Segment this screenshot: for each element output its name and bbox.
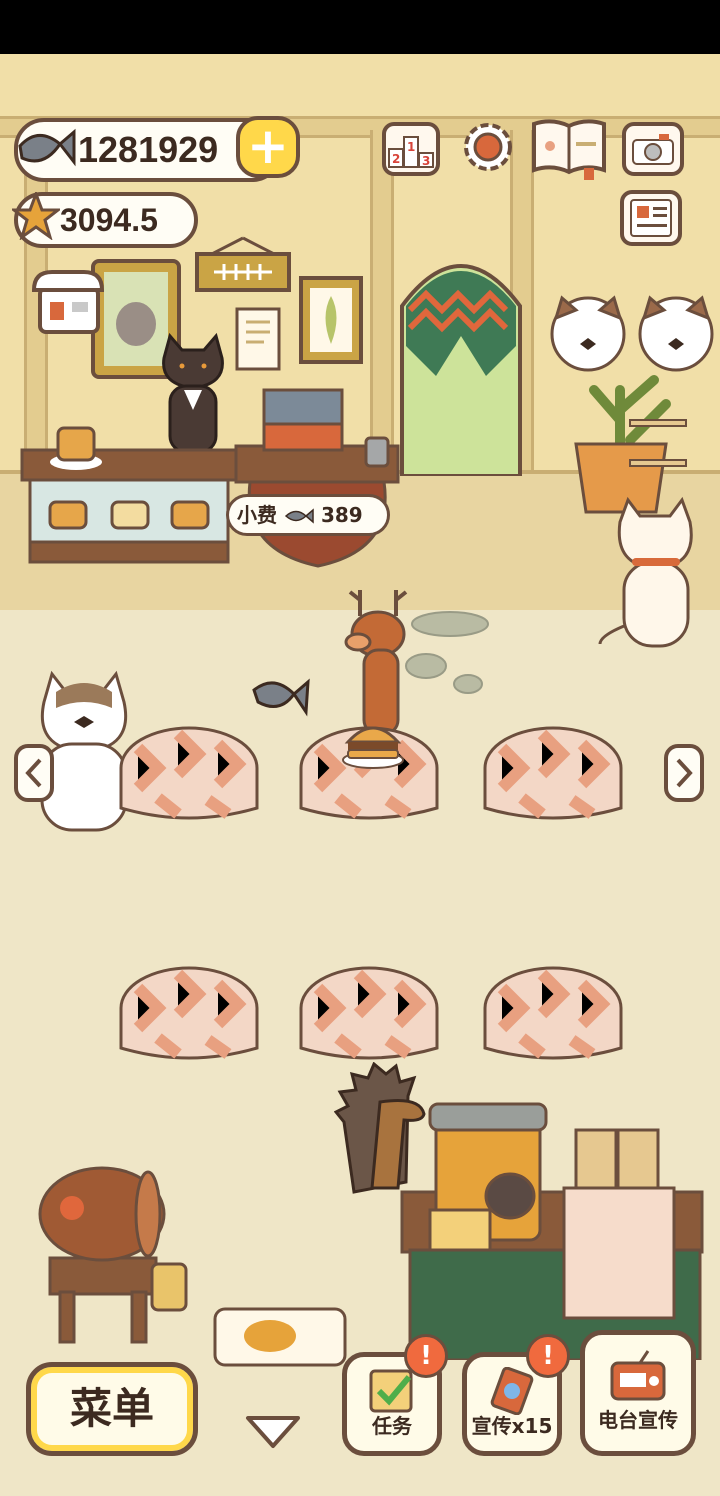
newspaper-icon bbox=[630, 199, 672, 237]
deer-customer[interactable] bbox=[330, 586, 426, 736]
menu-button[interactable]: 菜单 bbox=[26, 1362, 198, 1456]
camera-icon bbox=[632, 134, 674, 165]
chevron-right-icon bbox=[676, 758, 693, 788]
star-count: 3094.5 bbox=[60, 202, 158, 238]
svg-text:2: 2 bbox=[392, 152, 400, 166]
barrel[interactable] bbox=[36, 1164, 196, 1344]
table[interactable] bbox=[482, 964, 624, 1068]
checklist-icon bbox=[369, 1369, 413, 1413]
paw-book-icon bbox=[532, 119, 606, 180]
svg-text:1: 1 bbox=[407, 140, 415, 154]
star-currency: 3094.5 bbox=[12, 192, 198, 248]
chevron-left-icon bbox=[25, 758, 42, 788]
podium-icon: 2 1 3 bbox=[388, 136, 434, 168]
leaf-frame bbox=[299, 276, 363, 364]
add-currency-button[interactable]: + bbox=[236, 116, 300, 178]
promo-label: 宣传x15 bbox=[471, 1414, 553, 1438]
star-icon bbox=[12, 192, 60, 240]
svg-text:3: 3 bbox=[422, 154, 430, 168]
table[interactable] bbox=[298, 964, 440, 1068]
tip-value: 389 bbox=[320, 503, 363, 527]
leaderboard-button[interactable]: 2 1 3 bbox=[382, 122, 440, 176]
radio-icon bbox=[610, 1350, 666, 1401]
cat-rug bbox=[213, 1307, 347, 1367]
tasks-alert-badge: ! bbox=[404, 1334, 448, 1378]
tip-label: 小费 bbox=[237, 503, 277, 527]
cash-register-desk bbox=[234, 388, 400, 568]
camera-button[interactable] bbox=[622, 122, 684, 176]
scroll-left-button[interactable] bbox=[14, 744, 54, 802]
chevron-down-icon[interactable] bbox=[244, 1412, 302, 1452]
collection-book-button[interactable] bbox=[530, 118, 608, 180]
tasks-label: 任务 bbox=[372, 1414, 412, 1438]
tip-bubble[interactable]: 小费 389 bbox=[226, 494, 390, 536]
cat-lamp bbox=[638, 295, 714, 372]
fish-icon bbox=[284, 508, 314, 524]
coffee-station[interactable] bbox=[400, 1100, 720, 1360]
doorway bbox=[400, 264, 522, 476]
gear-icon bbox=[464, 123, 512, 171]
fishbone-frame bbox=[195, 236, 291, 292]
status-bar bbox=[0, 0, 720, 54]
table[interactable] bbox=[482, 724, 624, 828]
burger-dish[interactable] bbox=[340, 716, 406, 770]
table[interactable] bbox=[118, 964, 260, 1068]
settings-button[interactable] bbox=[458, 116, 518, 178]
fish-icon[interactable] bbox=[250, 672, 312, 722]
radio-promo-button[interactable]: 电台宣传 bbox=[580, 1330, 696, 1456]
certificate bbox=[235, 307, 281, 371]
fish-count: 1281929 bbox=[78, 129, 219, 170]
cat-lamp bbox=[550, 295, 626, 372]
fish-icon bbox=[18, 128, 76, 167]
promo-alert-badge: ! bbox=[526, 1334, 570, 1378]
shop-button[interactable] bbox=[31, 268, 105, 336]
scroll-right-button[interactable] bbox=[664, 744, 704, 802]
promo-card-icon bbox=[490, 1366, 534, 1416]
news-button[interactable] bbox=[620, 190, 682, 246]
pastry-counter bbox=[20, 426, 238, 564]
shop-icon bbox=[31, 270, 105, 334]
white-cat-staff[interactable] bbox=[596, 496, 716, 660]
table[interactable] bbox=[118, 724, 260, 828]
radio-promo-label: 电台宣传 bbox=[598, 1408, 678, 1432]
